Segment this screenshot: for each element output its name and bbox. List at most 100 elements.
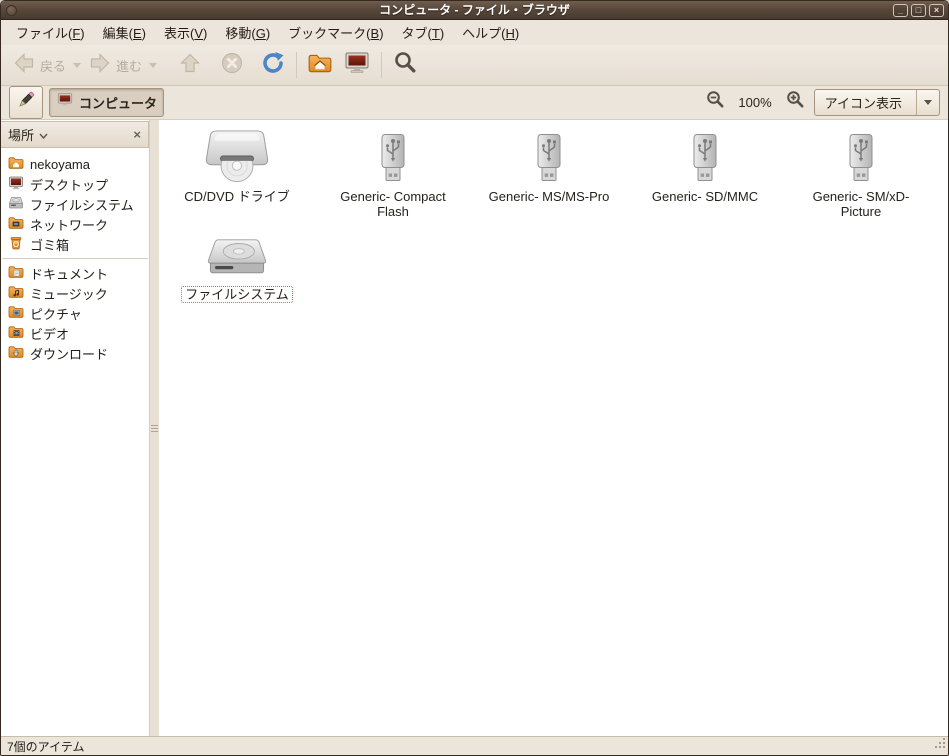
- toolbar-separator: [296, 52, 297, 78]
- sidebar-item-label: ファイルシステム: [30, 195, 134, 214]
- sidebar-item-documents[interactable]: ドキュメント: [1, 263, 149, 283]
- sidebar-item-trash[interactable]: ゴミ箱: [1, 234, 149, 254]
- titlebar: コンピュータ - ファイル・ブラウザ _ □ ×: [1, 1, 948, 20]
- places-list: nekoyama デスクトップ ファイルシステム ネットワーク ゴミ箱: [1, 150, 149, 367]
- stop-button[interactable]: [215, 47, 249, 84]
- downloads-folder-icon: [8, 344, 24, 363]
- statusbar: 7個のアイテム: [1, 736, 948, 755]
- zoom-in-button[interactable]: [782, 87, 808, 118]
- home-icon: [307, 50, 333, 81]
- device-sm-xd-picture[interactable]: Generic- SM/xD- Picture: [783, 129, 939, 227]
- sidebar-item-label: nekoyama: [30, 157, 90, 172]
- menu-view[interactable]: 表示(V): [155, 19, 216, 46]
- up-button[interactable]: [173, 47, 207, 84]
- edit-location-button[interactable]: [9, 86, 43, 119]
- sidebar-item-pictures[interactable]: ピクチャ: [1, 303, 149, 323]
- documents-folder-icon: [8, 264, 24, 283]
- item-count: 7個のアイテム: [7, 738, 84, 755]
- forward-button[interactable]: 進む: [83, 47, 147, 84]
- computer-button[interactable]: [338, 46, 376, 85]
- home-button[interactable]: [302, 46, 338, 85]
- menu-bookmarks[interactable]: ブックマーク(B): [279, 19, 392, 46]
- sidebar-item-label: ネットワーク: [30, 215, 108, 234]
- device-compact-flash[interactable]: Generic- Compact Flash: [315, 129, 471, 227]
- sidebar-header[interactable]: 場所 ×: [1, 121, 149, 148]
- usb-drive-icon: [685, 129, 725, 185]
- sidebar-item-label: デスクトップ: [30, 175, 108, 194]
- sidebar-separator: [2, 258, 148, 259]
- back-button[interactable]: 戻る: [7, 47, 71, 84]
- forward-icon: [88, 51, 112, 80]
- usb-drive-icon: [841, 129, 881, 185]
- sidebar-item-downloads[interactable]: ダウンロード: [1, 343, 149, 363]
- menu-tabs[interactable]: タブ(T): [393, 19, 454, 46]
- path-label: コンピュータ: [79, 93, 157, 112]
- device-filesystem[interactable]: ファイルシステム: [159, 227, 315, 325]
- network-folder-icon: [8, 215, 24, 234]
- zoom-out-button[interactable]: [702, 87, 728, 118]
- reload-icon: [260, 50, 286, 81]
- close-button[interactable]: ×: [929, 4, 944, 17]
- chevron-down-icon: [149, 63, 157, 68]
- zoom-out-icon: [705, 90, 725, 115]
- menu-edit[interactable]: 編集(E): [94, 19, 155, 46]
- menu-go[interactable]: 移動(G): [216, 19, 279, 46]
- device-label: Generic- SD/MMC: [648, 188, 762, 205]
- sidebar-splitter[interactable]: [150, 120, 159, 736]
- device-label: ファイルシステム: [181, 286, 293, 303]
- device-sd-mmc[interactable]: Generic- SD/MMC: [627, 129, 783, 227]
- back-history-dropdown[interactable]: [71, 59, 83, 72]
- device-label: Generic- Compact Flash: [336, 188, 449, 220]
- menu-help[interactable]: ヘルプ(H): [453, 19, 528, 46]
- sidebar-item-home[interactable]: nekoyama: [1, 154, 149, 174]
- pencil-icon: [16, 90, 36, 115]
- sidebar-item-videos[interactable]: ビデオ: [1, 323, 149, 343]
- maximize-button[interactable]: □: [911, 4, 926, 17]
- view-mode-label: アイコン表示: [815, 93, 916, 112]
- device-label: Generic- SM/xD- Picture: [809, 188, 914, 220]
- view-mode-select[interactable]: アイコン表示: [814, 89, 940, 116]
- stop-icon: [220, 51, 244, 80]
- forward-label: 進む: [116, 56, 142, 75]
- minimize-button[interactable]: _: [893, 4, 908, 17]
- sidebar-item-label: ビデオ: [30, 324, 69, 343]
- sidebar-item-label: ダウンロード: [30, 344, 108, 363]
- desktop-icon: [8, 175, 24, 194]
- computer-icon: [343, 50, 371, 81]
- sidebar-item-label: ゴミ箱: [30, 235, 69, 254]
- videos-folder-icon: [8, 324, 24, 343]
- sidebar-item-filesystem[interactable]: ファイルシステム: [1, 194, 149, 214]
- splitter-grip-icon: [151, 425, 158, 432]
- sidebar-close-button[interactable]: ×: [133, 128, 141, 141]
- back-label: 戻る: [40, 56, 66, 75]
- sidebar-item-desktop[interactable]: デスクトップ: [1, 174, 149, 194]
- forward-history-dropdown[interactable]: [147, 59, 159, 72]
- menu-file[interactable]: ファイル(F): [7, 19, 94, 46]
- reload-button[interactable]: [255, 46, 291, 85]
- chevron-down-icon: [73, 63, 81, 68]
- app-body: 場所 × nekoyama デスクトップ ファイルシステム: [1, 120, 948, 736]
- search-icon: [392, 50, 418, 81]
- up-icon: [178, 51, 202, 80]
- file-browser-window: コンピュータ - ファイル・ブラウザ _ □ × ファイル(F) 編集(E) 表…: [0, 0, 949, 756]
- sidebar-header-label: 場所: [8, 125, 34, 144]
- back-icon: [12, 51, 36, 80]
- sidebar-item-label: ピクチャ: [30, 304, 82, 323]
- device-label: CD/DVD ドライブ: [180, 188, 293, 205]
- usb-drive-icon: [373, 129, 413, 185]
- home-folder-icon: [8, 155, 24, 174]
- path-button-computer[interactable]: コンピュータ: [49, 88, 164, 117]
- chevron-down-icon: [39, 127, 48, 142]
- sidebar-item-network[interactable]: ネットワーク: [1, 214, 149, 234]
- sidebar-item-music[interactable]: ミュージック: [1, 283, 149, 303]
- device-ms-ms-pro[interactable]: Generic- MS/MS-Pro: [471, 129, 627, 227]
- resize-grip[interactable]: [933, 737, 946, 753]
- hard-drive-icon: [204, 227, 270, 283]
- optical-drive-icon: [199, 129, 275, 185]
- device-cd-dvd-drive[interactable]: CD/DVD ドライブ: [159, 129, 315, 227]
- places-sidebar: 場所 × nekoyama デスクトップ ファイルシステム: [1, 120, 150, 736]
- search-button[interactable]: [387, 46, 423, 85]
- music-folder-icon: [8, 284, 24, 303]
- zoom-level: 100%: [734, 95, 775, 110]
- zoom-in-icon: [785, 90, 805, 115]
